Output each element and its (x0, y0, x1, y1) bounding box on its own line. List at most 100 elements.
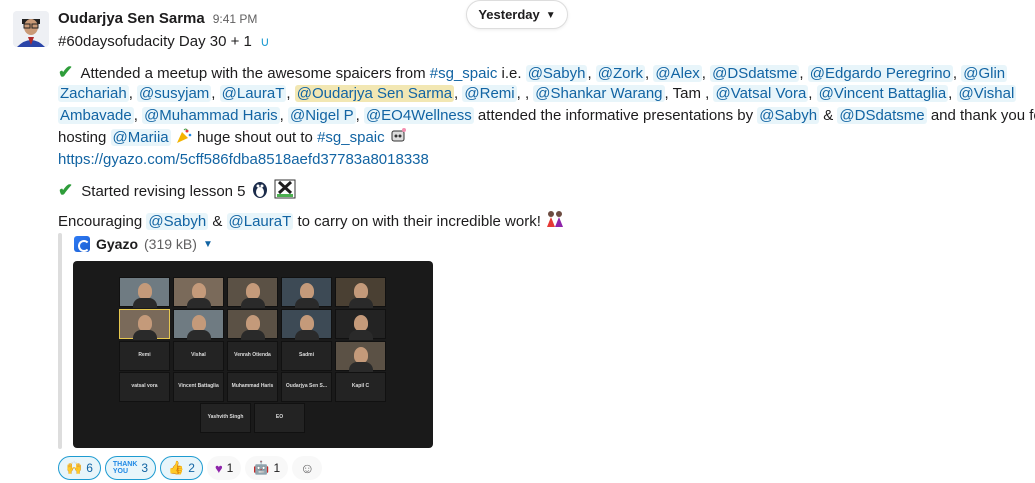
mention-vishal-cont[interactable]: Ambavade (58, 107, 134, 124)
participant-tile: vatsal vora (119, 372, 170, 402)
video-tile (119, 309, 170, 340)
text: i.e. (497, 65, 526, 82)
video-tile (335, 309, 386, 340)
edited-wave-icon: ∪ (260, 34, 270, 49)
mention-sabyh[interactable]: @Sabyh (146, 213, 209, 230)
gyazo-logo-icon (74, 236, 90, 252)
message-line-1: ✔ Attended a meetup with the awesome spa… (58, 62, 1008, 82)
video-tile (173, 277, 224, 308)
message-line-2: Zachariah, @susyjam, @LauraT, @Oudarjya … (58, 85, 1017, 102)
participant-tile: Venrah Otienda (227, 341, 278, 371)
text-tam: Tam (672, 85, 701, 102)
message-line-3: Ambavade, @Muhammad Haris, @Nigel P, @EO… (58, 105, 1035, 127)
attachment-bar (58, 233, 62, 449)
reaction-thumbs-up[interactable]: 👍 2 (160, 456, 203, 480)
title-text: #60daysofudacity Day 30 + 1 (58, 33, 252, 50)
mention-laurat[interactable]: @LauraT (219, 85, 287, 102)
text: Started revising lesson 5 (81, 183, 246, 200)
thumbs-up-icon: 👍 (168, 460, 185, 475)
participant-tile: Muhammad Haris (227, 372, 278, 402)
reaction-robot[interactable]: 🤖 1 (245, 456, 289, 480)
mention-dsdatsme[interactable]: @DSdatsme (837, 107, 927, 124)
text: & (819, 107, 838, 124)
participant-tile: EO (254, 403, 305, 433)
channel-link-sg-spaic[interactable]: #sg_spaic (430, 65, 498, 82)
hub-x-icon (274, 179, 296, 206)
participant-tile: Yashvith Singh (200, 403, 251, 433)
date-divider-button[interactable]: Yesterday ▼ (466, 0, 568, 29)
mention-vincent[interactable]: @Vincent Battaglia (816, 85, 949, 102)
participant-tile: Oudarjya Sen S... (281, 372, 332, 402)
video-tile (335, 277, 386, 308)
check-mark-icon: ✔ (58, 180, 74, 200)
mention-nigel[interactable]: @Nigel P (288, 107, 356, 124)
reaction-purple-heart[interactable]: ♥ 1 (206, 456, 242, 480)
reaction-count: 6 (86, 461, 93, 475)
reaction-count: 3 (141, 461, 149, 475)
timestamp[interactable]: 9:41 PM (213, 12, 258, 26)
participant-tile: Remi (119, 341, 170, 371)
video-tile (335, 341, 386, 372)
message-header: Oudarjya Sen Sarma 9:41 PM (58, 10, 257, 27)
reaction-count: 1 (273, 461, 281, 475)
mention-dsdatsme[interactable]: @DSdatsme (710, 65, 800, 82)
add-reaction-icon[interactable]: ☺ (292, 456, 323, 480)
mention-shankar[interactable]: @Shankar Warang (533, 85, 665, 102)
video-tile (281, 277, 332, 308)
mention-vishal[interactable]: @Vishal (956, 85, 1017, 102)
mention-glin[interactable]: @Glin (961, 65, 1008, 82)
penguin-icon (250, 179, 270, 206)
text: & (208, 213, 227, 230)
mention-edgardo[interactable]: @Edgardo Peregrino (807, 65, 953, 82)
mention-susyjam[interactable]: @susyjam (137, 85, 212, 102)
text: hosting (58, 129, 111, 146)
text: attended the informative presentations b… (473, 107, 758, 124)
attachment-name[interactable]: Gyazo (96, 236, 138, 252)
raised-hands-icon: 🙌 (66, 460, 83, 475)
mention-zork[interactable]: @Zork (595, 65, 646, 82)
message-title-line: #60daysofudacity Day 30 + 1 ∪ (58, 31, 270, 53)
mention-eo4wellness[interactable]: @EO4Wellness (363, 107, 474, 124)
gyazo-link[interactable]: https://gyazo.com/5cff586fdba8518aefd377… (58, 151, 429, 168)
video-tile (173, 309, 224, 340)
text: Encouraging (58, 213, 147, 230)
reaction-count: 2 (188, 461, 195, 475)
text: and thank you for (926, 107, 1035, 124)
avatar[interactable] (13, 11, 49, 47)
mention-self[interactable]: @Oudarjya Sen Sarma (294, 85, 455, 102)
message-line-6: Encouraging @Sabyh & @LauraT to carry on… (58, 209, 565, 236)
mention-mariia[interactable]: @Mariia (110, 129, 171, 146)
channel-link-sg-spaic[interactable]: #sg_spaic (317, 129, 385, 146)
video-tile (227, 277, 278, 308)
mention-glin-cont[interactable]: Zachariah (58, 85, 129, 102)
mention-alex[interactable]: @Alex (653, 65, 702, 82)
text: to carry on with their incredible work! (293, 213, 541, 230)
attachment-size: (319 kB) (144, 236, 197, 252)
mention-sabyh[interactable]: @Sabyh (757, 107, 820, 124)
video-tile (227, 309, 278, 340)
mention-vatsal[interactable]: @Vatsal Vora (713, 85, 809, 102)
message-line-link: https://gyazo.com/5cff586fdba8518aefd377… (58, 149, 429, 171)
participant-tile: Vincent Battaglia (173, 372, 224, 402)
mention-muhammad[interactable]: @Muhammad Haris (142, 107, 280, 124)
message-line-5: ✔ Started revising lesson 5 (58, 179, 296, 206)
date-divider-label: Yesterday (478, 7, 540, 22)
thank-you-icon: THANK YOU (112, 461, 138, 475)
text: Attended a meetup with the awesome spaic… (80, 65, 430, 82)
text: huge shout out to (196, 129, 318, 146)
mention-laurat[interactable]: @LauraT (226, 213, 294, 230)
attachment-image[interactable]: Remi Vishal Venrah Otienda Sadmi vatsal … (73, 261, 433, 448)
mention-remi[interactable]: @Remi (462, 85, 517, 102)
reactions-bar: 🙌 6 THANK YOU 3 👍 2 ♥ 1 🤖 1 ☺ (58, 456, 323, 480)
reaction-raised-hands[interactable]: 🙌 6 (58, 456, 101, 480)
purple-heart-icon: ♥ (214, 460, 223, 476)
author-name[interactable]: Oudarjya Sen Sarma (58, 10, 205, 27)
reaction-thank-you[interactable]: THANK YOU 3 (104, 456, 157, 480)
caret-down-icon[interactable]: ▼ (203, 239, 213, 250)
check-mark-icon: ✔ (58, 62, 74, 82)
robot-icon: 🤖 (253, 460, 270, 475)
reaction-count: 1 (226, 461, 234, 475)
mention-sabyh[interactable]: @Sabyh (525, 65, 588, 82)
attachment-header: Gyazo (319 kB) ▼ (74, 236, 213, 252)
video-tile (281, 309, 332, 340)
